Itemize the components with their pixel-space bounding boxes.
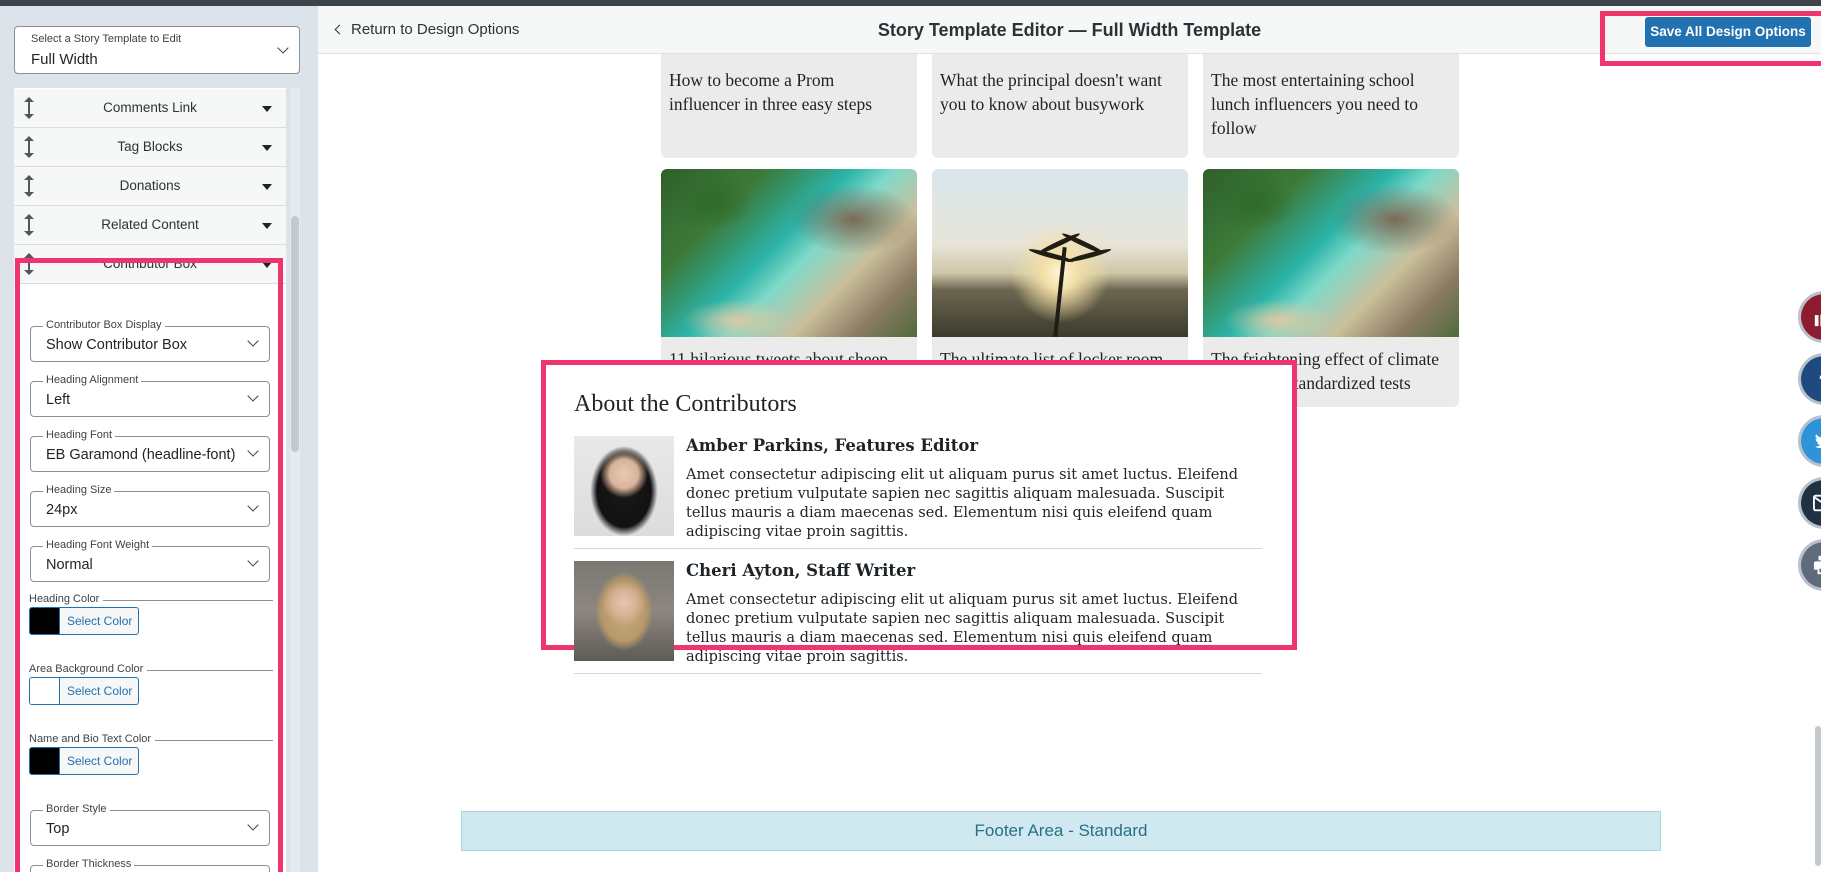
accordion-title: Donations: [119, 178, 181, 193]
heading-color-button[interactable]: Select Color: [29, 607, 139, 635]
email-share-button[interactable]: [1798, 477, 1821, 529]
contributor-box-display-select[interactable]: Contributor Box Display Show Contributor…: [30, 319, 270, 362]
field-label: Border Style: [43, 803, 110, 815]
chevron-down-icon: [247, 445, 259, 457]
preview-area: How to become a Prom influencer in three…: [318, 6, 1821, 872]
email-icon: [1801, 480, 1821, 526]
design-sidebar: Select a Story Template to Edit Full Wid…: [0, 6, 318, 872]
field-label: Heading Font: [43, 429, 116, 441]
twitter-icon: [1801, 418, 1821, 464]
field-value: Normal: [46, 557, 93, 573]
contributor-bio: Amet consectetur adipiscing elit ut aliq…: [686, 467, 1239, 540]
drag-handle-icon[interactable]: [22, 175, 36, 197]
design-panel-list: Comments Link Tag Blocks Donations Relat…: [14, 88, 286, 872]
heading-font-weight-select[interactable]: Heading Font Weight Normal: [30, 539, 270, 582]
card-image: [1203, 169, 1459, 337]
accordion-item-tag-blocks[interactable]: Tag Blocks: [14, 128, 286, 167]
card-title: How to become a Prom influencer in three…: [669, 70, 873, 114]
print-button[interactable]: [1798, 539, 1821, 591]
accordion-title: Tag Blocks: [117, 139, 183, 154]
border-thickness-select[interactable]: Border Thickness: [30, 858, 270, 872]
chevron-down-icon: [247, 500, 259, 512]
border-style-select[interactable]: Border Style Top: [30, 803, 270, 846]
color-swatch: [30, 678, 60, 704]
field-label: Area Background Color: [29, 663, 148, 675]
sidebar-scrollbar-thumb[interactable]: [291, 216, 299, 452]
card-title: The most entertaining school lunch influ…: [1211, 70, 1419, 138]
color-swatch: [30, 748, 60, 774]
divider: [574, 548, 1262, 549]
contributor-bio: Amet consectetur adipiscing elit ut aliq…: [686, 592, 1239, 665]
field-label: Contributor Box Display: [43, 319, 165, 331]
field-label: Border Thickness: [43, 858, 135, 870]
contributor-name[interactable]: Cheri Ayton, Staff Writer: [686, 561, 915, 580]
card-title: What the principal doesn't want you to k…: [940, 70, 1162, 114]
print-icon: [1801, 542, 1821, 588]
footer-area: Footer Area - Standard: [461, 811, 1661, 851]
heading-size-select[interactable]: Heading Size 24px: [30, 484, 270, 527]
color-button-label: Select Color: [67, 754, 133, 768]
drag-handle-icon[interactable]: [22, 136, 36, 158]
caret-down-icon: [262, 145, 272, 151]
divider: [574, 673, 1262, 674]
sidebar-scrollbar[interactable]: [290, 88, 300, 872]
card-image: [661, 169, 917, 337]
accordion-item-related-content[interactable]: Related Content: [14, 206, 286, 245]
heading-alignment-select[interactable]: Heading Alignment Left: [30, 374, 270, 417]
template-select-label: Select a Story Template to Edit: [31, 33, 182, 45]
editor-header: Return to Design Options Story Template …: [318, 6, 1821, 54]
highlight-outline: [1600, 11, 1821, 66]
template-select-value: Full Width: [31, 51, 98, 68]
chevron-down-icon: [277, 42, 289, 54]
caret-down-icon: [262, 223, 272, 229]
preview-scrollbar-thumb[interactable]: [1815, 726, 1821, 866]
accordion-item-contributor-box[interactable]: Contributor Box: [14, 245, 286, 284]
caret-down-icon: [262, 106, 272, 112]
palm-silhouette: [1066, 247, 1112, 264]
contributor-photo: [574, 561, 674, 661]
drag-handle-icon[interactable]: [22, 214, 36, 236]
contributor-box: About the Contributors Amber Parkins, Fe…: [541, 360, 1297, 674]
field-label: Heading Alignment: [43, 374, 142, 386]
accordion-item-donations[interactable]: Donations: [14, 167, 286, 206]
contributor-photo: [574, 436, 674, 536]
chevron-down-icon: [247, 335, 259, 347]
contributors-heading: About the Contributors: [574, 391, 797, 417]
like-button[interactable]: [1798, 291, 1821, 343]
accordion-title: Contributor Box: [103, 256, 197, 271]
heading-font-select[interactable]: Heading Font EB Garamond (headline-font): [30, 429, 270, 472]
field-value: Show Contributor Box: [46, 337, 188, 353]
facebook-share-button[interactable]: [1798, 353, 1821, 405]
drag-handle-icon[interactable]: [22, 97, 36, 119]
story-template-select[interactable]: Select a Story Template to Edit Full Wid…: [14, 26, 300, 74]
field-label: Name and Bio Text Color: [29, 733, 156, 745]
field-label: Heading Size: [43, 484, 115, 496]
chevron-down-icon: [247, 390, 259, 402]
field-value: Left: [46, 392, 71, 408]
field-value: Top: [46, 821, 70, 837]
accordion-title: Related Content: [101, 217, 199, 232]
accordion-item-comments-link[interactable]: Comments Link: [14, 89, 286, 128]
contributor-name[interactable]: Amber Parkins, Features Editor: [686, 436, 978, 455]
caret-down-icon: [262, 262, 272, 268]
caret-down-icon: [262, 184, 272, 190]
color-button-label: Select Color: [67, 684, 133, 698]
drag-handle-icon[interactable]: [22, 253, 36, 275]
color-button-label: Select Color: [67, 614, 133, 628]
chevron-down-icon: [247, 819, 259, 831]
card-image: [932, 169, 1188, 337]
accordion-title: Comments Link: [103, 100, 197, 115]
name-bio-color-button[interactable]: Select Color: [29, 747, 139, 775]
field-value: 24px: [46, 502, 78, 518]
facebook-icon: [1801, 356, 1821, 402]
twitter-share-button[interactable]: [1798, 415, 1821, 467]
page-title: Story Template Editor — Full Width Templ…: [877, 20, 1262, 40]
thumbs-up-icon: [1801, 294, 1821, 340]
field-value: EB Garamond (headline-font): [46, 447, 236, 463]
color-swatch: [30, 608, 60, 634]
field-label: Heading Color: [29, 593, 104, 605]
chevron-down-icon: [247, 555, 259, 567]
field-label: Heading Font Weight: [43, 539, 153, 551]
area-background-color-button[interactable]: Select Color: [29, 677, 139, 705]
